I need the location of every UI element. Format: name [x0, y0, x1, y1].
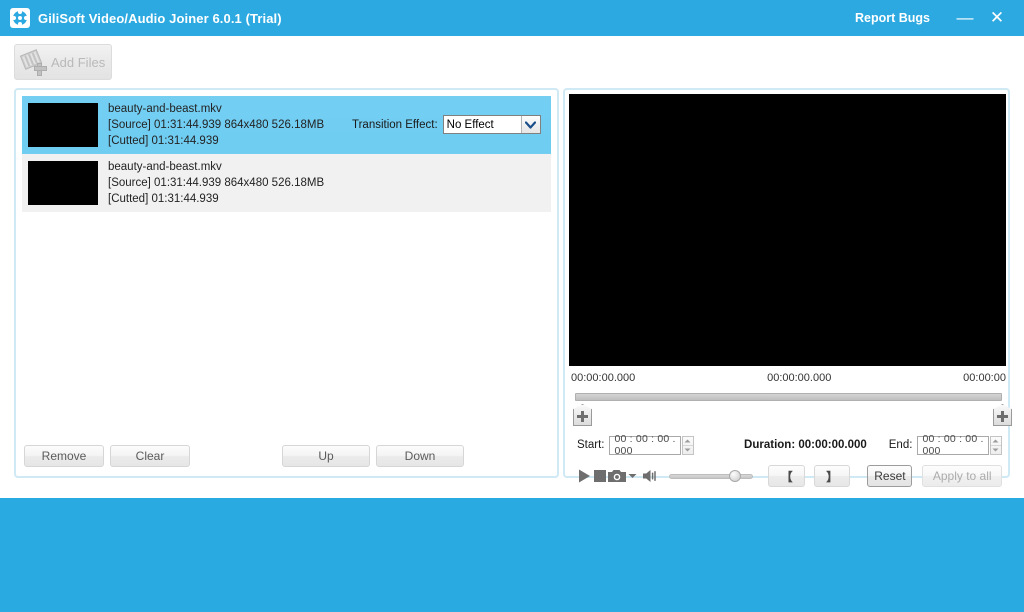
add-files-label: Add Files [51, 54, 106, 70]
chevron-down-icon[interactable] [520, 116, 540, 133]
file-info: beauty-and-beast.mkv [Source] 01:31:44.9… [108, 159, 348, 207]
timecode-current: 00:00:00.000 [767, 372, 832, 384]
move-up-button[interactable]: Up [282, 445, 370, 467]
video-thumbnail [28, 102, 98, 147]
trim-end-marker[interactable] [993, 404, 1012, 426]
clear-button[interactable]: Clear [110, 445, 190, 467]
title-bar-controls: Report Bugs — ✕ [855, 5, 1024, 31]
add-files-button[interactable]: Add Files [14, 44, 112, 80]
file-source-info: [Source] 01:31:44.939 864x480 526.18MB [108, 118, 325, 131]
stepper-down-icon[interactable] [683, 446, 693, 454]
start-time-stepper[interactable] [681, 435, 695, 455]
stepper-down-icon[interactable] [991, 446, 1001, 454]
file-source-info: [Source] 01:31:44.939 864x480 526.18MB [108, 176, 325, 189]
file-cutted-info: [Cutted] 01:31:44.939 [108, 134, 219, 147]
title-bar: GiliSoft Video/Audio Joiner 6.0.1 (Trial… [0, 0, 1024, 36]
transition-effect-select[interactable]: No Effect [442, 115, 541, 134]
end-time-input[interactable]: 00 : 00 : 00 . 000 [917, 433, 989, 457]
start-label: Start: [577, 439, 605, 451]
play-icon[interactable] [577, 469, 593, 483]
transition-effect-label: Transition Effect: [352, 118, 438, 131]
timecode-end: 00:00:00 [963, 372, 1006, 384]
snapshot-camera-icon[interactable] [607, 469, 626, 483]
transition-effect-group: Transition Effect: No Effect [352, 115, 541, 134]
file-list-actions: Remove Clear Up Down [24, 445, 553, 467]
video-thumbnail [28, 160, 98, 205]
report-bugs-link[interactable]: Report Bugs [855, 11, 930, 25]
remove-button[interactable]: Remove [24, 445, 104, 467]
preview-panel: 00:00:00.000 00:00:00.000 00:00:00 Start… [563, 88, 1012, 487]
footer-bar: Progress: 24.1% Stop [0, 498, 1024, 612]
file-name: beauty-and-beast.mkv [108, 160, 222, 173]
transition-effect-value: No Effect [446, 118, 494, 131]
mark-out-button[interactable]: 】 [813, 465, 851, 487]
file-list[interactable]: beauty-and-beast.mkv [Source] 01:31:44.9… [22, 96, 551, 428]
end-label: End: [888, 439, 913, 451]
app-title: GiliSoft Video/Audio Joiner 6.0.1 (Trial… [38, 10, 282, 26]
file-cutted-info: [Cutted] 01:31:44.939 [108, 192, 219, 205]
volume-slider[interactable] [669, 470, 754, 482]
transport-controls: 【 】 Reset Apply to all [577, 464, 1002, 488]
volume-slider-handle[interactable] [729, 470, 742, 482]
duration-label: Duration: 00:00:00.000 [744, 439, 867, 451]
file-info: beauty-and-beast.mkv [Source] 01:31:44.9… [108, 101, 348, 149]
move-down-button[interactable]: Down [376, 445, 464, 467]
apply-to-all-button[interactable]: Apply to all [922, 465, 1002, 487]
trim-range-controls: Start: 00 : 00 : 00 . 000 Duration: 00:0… [577, 433, 1002, 457]
start-time-input[interactable]: 00 : 00 : 00 . 000 [609, 433, 681, 457]
application-window: GiliSoft Video/Audio Joiner 6.0.1 (Trial… [0, 0, 1024, 612]
add-files-icon [19, 49, 47, 76]
timecode-start: 00:00:00.000 [571, 372, 636, 384]
volume-speaker-icon[interactable] [642, 469, 661, 483]
video-preview[interactable] [569, 94, 1006, 366]
timeline-scrubber[interactable] [575, 393, 1002, 401]
close-button[interactable]: ✕ [984, 5, 1010, 31]
minimize-button[interactable]: — [952, 5, 978, 31]
timeline-timecodes: 00:00:00.000 00:00:00.000 00:00:00 [571, 372, 1006, 384]
main-content: Add Files beauty-and-beast.mkv [Source] … [0, 36, 1024, 498]
table-row[interactable]: beauty-and-beast.mkv [Source] 01:31:44.9… [22, 154, 551, 212]
stop-icon[interactable] [593, 470, 608, 482]
stepper-up-icon[interactable] [682, 437, 694, 446]
trim-start-marker[interactable] [573, 404, 592, 426]
app-logo-icon [10, 8, 30, 28]
stepper-up-icon[interactable] [990, 437, 1001, 446]
mark-in-button[interactable]: 【 [768, 465, 805, 487]
file-list-panel: beauty-and-beast.mkv [Source] 01:31:44.9… [14, 88, 559, 478]
file-name: beauty-and-beast.mkv [108, 102, 222, 115]
table-row[interactable]: beauty-and-beast.mkv [Source] 01:31:44.9… [22, 96, 551, 154]
reset-button[interactable]: Reset [867, 465, 913, 487]
end-time-stepper[interactable] [989, 435, 1002, 455]
snapshot-options-chevron-icon[interactable] [626, 473, 638, 479]
